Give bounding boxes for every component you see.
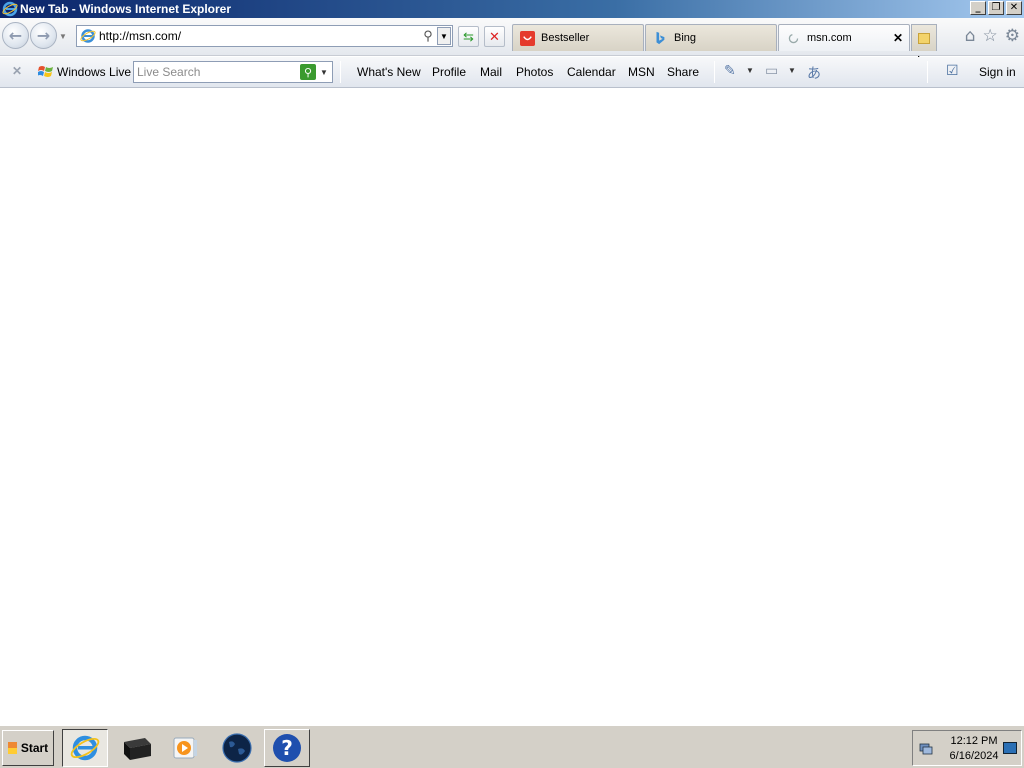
ie-logo-icon: [2, 1, 18, 17]
bing-icon: [652, 30, 668, 46]
new-tab-button[interactable]: [911, 24, 937, 51]
tab-bing[interactable]: Bing: [645, 24, 777, 51]
page-content[interactable]: [0, 89, 1024, 724]
restore-button[interactable]: ❐: [988, 1, 1004, 15]
toolbar-close-icon[interactable]: ✕: [12, 64, 22, 78]
spaces-dropdown-icon[interactable]: ▼: [788, 66, 796, 75]
internet-explorer-icon: [70, 735, 100, 761]
address-input[interactable]: http://msn.com/: [99, 29, 419, 43]
new-tab-icon: [918, 33, 930, 44]
search-go-icon[interactable]: ⚲: [300, 64, 316, 80]
tab-label: Bing: [674, 32, 697, 44]
translate-icon[interactable]: あ: [807, 63, 821, 83]
link-calendar[interactable]: Calendar: [567, 65, 616, 79]
link-whats-new[interactable]: What's New: [357, 65, 421, 79]
live-search-input[interactable]: Live Search: [134, 65, 300, 79]
forward-arrow-icon: →: [36, 26, 51, 45]
start-flag-icon: [7, 742, 17, 754]
recent-pages-dropdown[interactable]: ▼: [59, 32, 67, 41]
clock-date: 6/16/2024: [949, 750, 999, 762]
taskbar-globe-button[interactable]: [214, 729, 260, 767]
bestseller-icon: [519, 30, 535, 46]
tab-msn[interactable]: msn.com ✕: [778, 24, 910, 51]
tab-label: msn.com: [807, 32, 852, 44]
start-button[interactable]: Start: [2, 730, 54, 766]
taskbar-media-player-button[interactable]: [162, 729, 208, 767]
toolbar-separator: [927, 61, 928, 83]
tools-gear-icon[interactable]: ⚙: [1005, 28, 1020, 45]
stop-button[interactable]: ✕: [484, 26, 505, 47]
status-check-icon[interactable]: ☑: [946, 63, 959, 79]
link-photos[interactable]: Photos: [516, 65, 553, 79]
globe-icon: [222, 733, 252, 763]
taskbar: Start ? 12:12 PM 6/16/2024: [0, 724, 1024, 768]
svg-text:?: ?: [281, 736, 293, 760]
tab-close-icon[interactable]: ✕: [893, 31, 903, 45]
link-mail[interactable]: Mail: [480, 65, 502, 79]
help-icon: ?: [273, 734, 301, 762]
show-desktop-icon[interactable]: [1003, 742, 1017, 754]
loading-icon: [785, 30, 801, 46]
windows-live-link[interactable]: Windows Live: [57, 65, 131, 79]
minimize-button[interactable]: _: [970, 1, 986, 15]
media-player-icon: [173, 737, 197, 759]
blog-dropdown-icon[interactable]: ▼: [746, 66, 754, 75]
forward-button[interactable]: →: [30, 22, 57, 49]
link-profile[interactable]: Profile: [432, 65, 466, 79]
tab-label: Bestseller: [541, 32, 590, 44]
favorites-star-icon[interactable]: ☆: [983, 28, 998, 45]
clock[interactable]: 12:12 PM 6/16/2024: [947, 734, 1001, 764]
windows-flag-icon: [38, 66, 53, 77]
close-button[interactable]: ✕: [1006, 1, 1022, 15]
live-search-box[interactable]: Live Search ⚲ ▼: [133, 61, 333, 83]
blog-edit-icon[interactable]: ✎: [724, 63, 736, 79]
refresh-icon: ⇆: [463, 28, 474, 44]
home-icon[interactable]: ⌂: [965, 28, 976, 45]
toolbar-separator: [340, 61, 341, 83]
window-title: New Tab - Windows Internet Explorer: [20, 2, 232, 16]
terminal-icon: [124, 738, 151, 760]
toolbar-separator: [714, 61, 715, 83]
back-button[interactable]: ←: [2, 22, 29, 49]
link-share[interactable]: Share: [667, 65, 699, 79]
taskbar-terminal-button[interactable]: [114, 729, 160, 767]
navigation-bar: ← → ▼ http://msn.com/ ⚲ ▼ ⇆ ✕ Bestseller…: [0, 18, 1024, 74]
compatibility-refresh-button[interactable]: ⇆: [458, 26, 479, 47]
windows-live-toolbar: ✕ Windows Live Live Search ⚲ ▼ What's Ne…: [0, 57, 1024, 88]
start-label: Start: [20, 741, 49, 755]
spaces-icon[interactable]: ▭: [765, 63, 778, 79]
page-ie-icon: [80, 29, 96, 43]
tab-bestseller[interactable]: Bestseller: [512, 24, 644, 51]
address-bar[interactable]: http://msn.com/ ⚲ ▼: [76, 25, 453, 47]
search-dropdown-icon[interactable]: ▼: [320, 68, 330, 77]
address-dropdown[interactable]: ▼: [437, 27, 451, 45]
system-tray: 12:12 PM 6/16/2024: [912, 730, 1022, 766]
sign-in-link[interactable]: Sign in: [979, 65, 1016, 79]
network-icon[interactable]: [919, 741, 933, 755]
link-msn[interactable]: MSN: [628, 65, 655, 79]
taskbar-ie-button[interactable]: [62, 729, 108, 767]
back-arrow-icon: ←: [8, 26, 23, 45]
search-icon[interactable]: ⚲: [419, 28, 437, 44]
taskbar-help-button[interactable]: ?: [264, 729, 310, 767]
clock-time: 12:12 PM: [950, 735, 998, 747]
title-bar[interactable]: New Tab - Windows Internet Explorer _ ❐ …: [0, 0, 1024, 18]
stop-icon: ✕: [489, 28, 500, 44]
